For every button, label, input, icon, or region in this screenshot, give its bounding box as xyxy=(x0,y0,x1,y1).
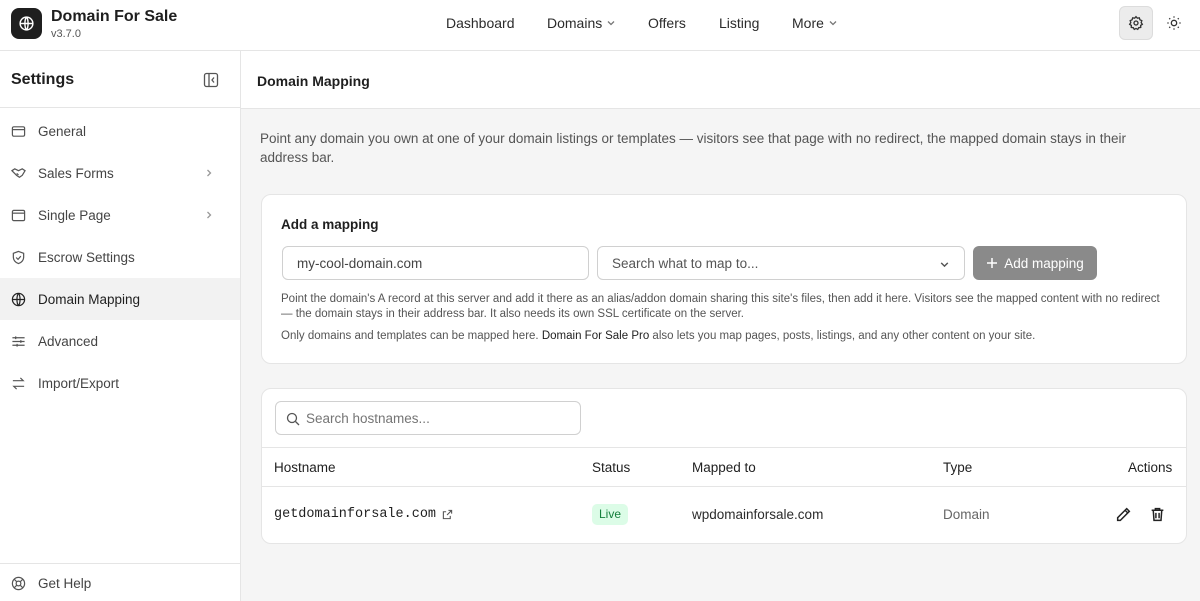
pro-link[interactable]: Domain For Sale Pro xyxy=(542,330,649,342)
plus-icon xyxy=(987,258,998,268)
col-mapped-to[interactable]: Mapped to xyxy=(692,460,756,475)
sidebar-title: Settings xyxy=(11,71,75,88)
chevron-down-icon xyxy=(940,262,949,268)
sidebar: Settings General Sales Forms Single Page… xyxy=(0,51,241,601)
col-type[interactable]: Type xyxy=(943,460,972,475)
nav-offers[interactable]: Offers xyxy=(648,15,686,31)
trash-icon[interactable] xyxy=(1149,506,1166,523)
col-hostname[interactable]: Hostname xyxy=(274,460,336,475)
main-content: Domain Mapping Point any domain you own … xyxy=(241,51,1200,601)
hostname-search-input[interactable] xyxy=(306,403,576,433)
help-circle-icon xyxy=(11,576,26,590)
sidebar-item-single-page[interactable]: Single Page xyxy=(0,194,240,236)
external-link-icon[interactable] xyxy=(442,509,453,520)
shield-check-icon xyxy=(12,250,25,264)
sidebar-collapse-icon[interactable] xyxy=(203,72,219,88)
nav-domains-label: Domains xyxy=(547,15,603,31)
sidebar-item-advanced[interactable]: Advanced xyxy=(0,320,240,362)
map-target-placeholder: Search what to map to... xyxy=(612,256,759,271)
sidebar-header: Settings xyxy=(0,51,240,108)
sidebar-footer: Get Help xyxy=(0,563,240,601)
add-mapping-button[interactable]: Add mapping xyxy=(973,246,1097,280)
col-actions: Actions xyxy=(1128,460,1173,475)
chevron-down-icon xyxy=(829,21,837,26)
table-header: Hostname Status Mapped to Type Actions xyxy=(262,447,1186,487)
sidebar-item-label: Sales Forms xyxy=(38,165,114,181)
edit-pencil-icon[interactable] xyxy=(1115,506,1132,523)
nav-more-label: More xyxy=(792,15,824,31)
mapped-to-cell: wpdomainforsale.com xyxy=(692,507,824,522)
main-header: Domain Mapping xyxy=(241,51,1200,109)
sidebar-item-sales-forms[interactable]: Sales Forms xyxy=(0,152,240,194)
add-mapping-card: Add a mapping Search what to map to... A… xyxy=(261,194,1187,364)
main-nav: Dashboard Domains Offers Listing More xyxy=(0,15,1200,35)
hostname-text: getdomainforsale.com xyxy=(274,507,437,522)
get-help-link[interactable]: Get Help xyxy=(0,562,240,601)
nav-offers-label: Offers xyxy=(648,15,686,31)
status-badge: Live xyxy=(592,504,629,525)
gear-icon xyxy=(1128,15,1144,31)
browser-icon xyxy=(11,209,26,221)
chevron-down-icon xyxy=(607,21,615,26)
theme-toggle-button[interactable] xyxy=(1157,6,1191,40)
nav-listing[interactable]: Listing xyxy=(719,15,759,31)
sidebar-item-label: Advanced xyxy=(38,333,99,349)
handshake-icon xyxy=(11,167,26,178)
settings-button[interactable] xyxy=(1119,6,1153,40)
pro-note: Only domains and templates can be mapped… xyxy=(281,330,1171,342)
sidebar-item-escrow-settings[interactable]: Escrow Settings xyxy=(0,236,240,278)
arrows-swap-icon xyxy=(12,376,25,390)
sidebar-item-domain-mapping[interactable]: Domain Mapping xyxy=(0,278,240,320)
page-title: Domain Mapping xyxy=(257,73,370,89)
map-target-select[interactable]: Search what to map to... xyxy=(597,246,965,280)
chevron-right-icon xyxy=(207,169,212,177)
mappings-table-card: Hostname Status Mapped to Type Actions g… xyxy=(261,388,1187,544)
add-mapping-label: Add mapping xyxy=(1004,255,1084,271)
sliders-icon xyxy=(12,335,25,347)
top-bar: Domain For Sale v3.7.0 Dashboard Domains… xyxy=(0,0,1200,51)
nav-listing-label: Listing xyxy=(719,15,760,31)
col-status[interactable]: Status xyxy=(592,460,630,475)
intro-text: Point any domain you own at one of your … xyxy=(260,131,1126,165)
sidebar-item-label: Import/Export xyxy=(38,375,120,391)
pro-note-prefix: Only domains and templates can be mapped… xyxy=(281,330,539,342)
type-cell: Domain xyxy=(943,507,990,522)
get-help-label: Get Help xyxy=(38,575,92,591)
nav-domains[interactable]: Domains xyxy=(547,15,616,31)
dns-help-text: Point the domain's A record at this serv… xyxy=(281,293,1160,320)
chevron-right-icon xyxy=(207,211,212,219)
nav-dashboard-label: Dashboard xyxy=(446,15,515,31)
search-icon xyxy=(286,412,300,426)
table-row: getdomainforsale.com Live wpdomainforsal… xyxy=(262,487,1186,543)
pro-note-suffix: also lets you map pages, posts, listings… xyxy=(652,330,1036,342)
nav-dashboard[interactable]: Dashboard xyxy=(446,15,515,31)
sun-icon xyxy=(1167,16,1181,30)
sidebar-item-general[interactable]: General xyxy=(0,110,240,152)
hostname-search[interactable] xyxy=(275,401,581,435)
id-card-icon xyxy=(11,125,26,137)
domain-input[interactable] xyxy=(282,246,589,280)
sidebar-item-label: Domain Mapping xyxy=(38,291,141,307)
nav-more[interactable]: More xyxy=(792,15,838,31)
sidebar-item-label: General xyxy=(38,123,87,139)
add-mapping-title: Add a mapping xyxy=(281,217,379,232)
sidebar-item-label: Single Page xyxy=(38,207,111,223)
sidebar-item-import-export[interactable]: Import/Export xyxy=(0,362,240,404)
globe-icon xyxy=(11,292,26,306)
sidebar-item-label: Escrow Settings xyxy=(38,249,135,265)
hostname-cell[interactable]: getdomainforsale.com xyxy=(274,507,453,522)
